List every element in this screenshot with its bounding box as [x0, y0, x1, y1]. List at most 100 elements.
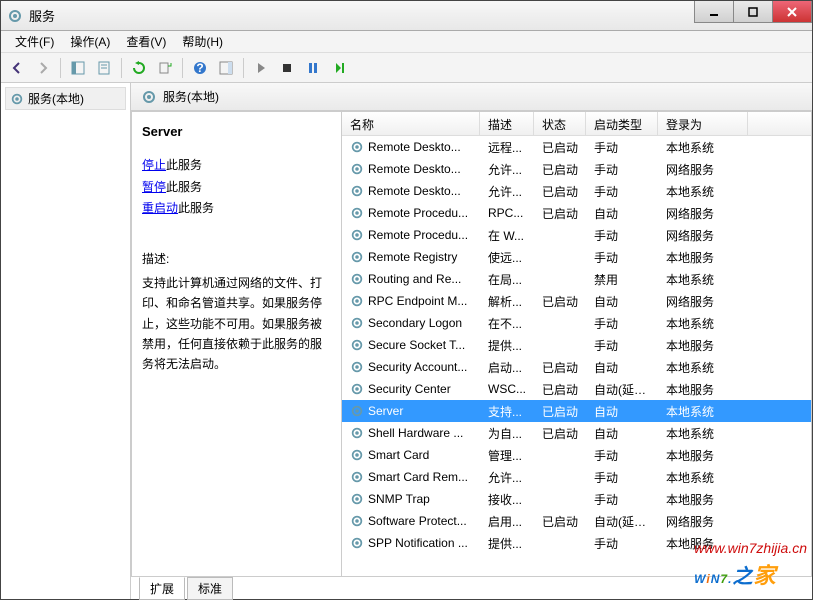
tree-item-services-local[interactable]: 服务(本地): [5, 87, 126, 110]
gear-icon: [141, 89, 157, 105]
pause-link[interactable]: 暂停: [142, 180, 166, 194]
table-row[interactable]: Remote Procedu...在 W...手动网络服务: [342, 224, 811, 246]
table-row[interactable]: Secondary Logon在不...手动本地系统: [342, 312, 811, 334]
table-row[interactable]: SPP Notification ...提供...手动本地服务: [342, 532, 811, 554]
cell-logon: 本地系统: [658, 403, 748, 420]
column-startup-type[interactable]: 启动类型: [586, 112, 658, 135]
refresh-button[interactable]: [127, 56, 151, 80]
cell-startup: 自动: [586, 293, 658, 310]
cell-startup: 手动: [586, 183, 658, 200]
help-button[interactable]: ?: [188, 56, 212, 80]
menu-file[interactable]: 文件(F): [7, 31, 62, 52]
cell-description: 使远...: [480, 249, 534, 266]
cell-logon: 网络服务: [658, 161, 748, 178]
close-button[interactable]: [772, 1, 812, 23]
cell-startup: 手动: [586, 535, 658, 552]
cell-name: Smart Card Rem...: [342, 470, 480, 484]
cell-logon: 本地服务: [658, 249, 748, 266]
cell-name: Remote Deskto...: [342, 162, 480, 176]
cell-description: 启用...: [480, 513, 534, 530]
column-description[interactable]: 描述: [480, 112, 534, 135]
cell-name: RPC Endpoint M...: [342, 294, 480, 308]
menu-help[interactable]: 帮助(H): [174, 31, 231, 52]
maximize-button[interactable]: [733, 1, 773, 23]
cell-logon: 本地系统: [658, 271, 748, 288]
column-status[interactable]: 状态: [534, 112, 586, 135]
pause-service-button[interactable]: [301, 56, 325, 80]
table-row[interactable]: Shell Hardware ...为自...已启动自动本地系统: [342, 422, 811, 444]
gear-icon: [350, 162, 364, 176]
table-row[interactable]: Remote Registry使远...手动本地服务: [342, 246, 811, 268]
gear-icon: [350, 338, 364, 352]
action-pane-button[interactable]: [214, 56, 238, 80]
cell-startup: 手动: [586, 161, 658, 178]
cell-name: Routing and Re...: [342, 272, 480, 286]
table-row[interactable]: Remote Procedu...RPC...已启动自动网络服务: [342, 202, 811, 224]
detail-pane: Server 停止此服务 暂停此服务 重启动此服务 描述: 支持此计算机通过网络…: [132, 112, 342, 576]
restart-service-button[interactable]: [327, 56, 351, 80]
app-icon: [7, 8, 23, 24]
table-row[interactable]: Software Protect...启用...已启动自动(延迟...网络服务: [342, 510, 811, 532]
cell-startup: 手动: [586, 469, 658, 486]
gear-icon: [350, 294, 364, 308]
table-row[interactable]: Remote Deskto...远程...已启动手动本地系统: [342, 136, 811, 158]
export-button[interactable]: [153, 56, 177, 80]
cell-logon: 本地服务: [658, 535, 748, 552]
cell-startup: 手动: [586, 491, 658, 508]
cell-startup: 自动: [586, 403, 658, 420]
table-row[interactable]: Remote Deskto...允许...已启动手动网络服务: [342, 158, 811, 180]
titlebar: 服务: [1, 1, 812, 31]
list-rows[interactable]: Remote Deskto...远程...已启动手动本地系统Remote Des…: [342, 136, 811, 576]
properties-button[interactable]: [92, 56, 116, 80]
cell-logon: 本地系统: [658, 469, 748, 486]
right-pane: 服务(本地) Server 停止此服务 暂停此服务 重启动此服务 描述: 支持此…: [131, 83, 812, 599]
forward-button[interactable]: [31, 56, 55, 80]
detail-title: Server: [142, 124, 331, 139]
cell-startup: 手动: [586, 447, 658, 464]
cell-status: 已启动: [534, 381, 586, 398]
cell-startup: 自动(延迟...: [586, 513, 658, 530]
cell-name: Software Protect...: [342, 514, 480, 528]
table-row[interactable]: Security Account...启动...已启动自动本地系统: [342, 356, 811, 378]
table-row[interactable]: Secure Socket T...提供...手动本地服务: [342, 334, 811, 356]
cell-description: 允许...: [480, 469, 534, 486]
cell-description: 在不...: [480, 315, 534, 332]
table-row[interactable]: Smart Card Rem...允许... 手动本地系统: [342, 466, 811, 488]
table-row[interactable]: Smart Card管理...手动本地服务: [342, 444, 811, 466]
window-title: 服务: [29, 6, 695, 25]
cell-status: 已启动: [534, 205, 586, 222]
cell-description: WSC...: [480, 382, 534, 396]
stop-service-button[interactable]: [275, 56, 299, 80]
table-row[interactable]: Remote Deskto...允许...已启动手动本地系统: [342, 180, 811, 202]
menu-action[interactable]: 操作(A): [62, 31, 118, 52]
column-logon-as[interactable]: 登录为: [658, 112, 748, 135]
gear-icon: [350, 536, 364, 550]
column-name[interactable]: 名称: [342, 112, 480, 135]
tab-extended[interactable]: 扩展: [139, 577, 185, 600]
table-row[interactable]: Security CenterWSC...已启动自动(延迟...本地服务: [342, 378, 811, 400]
cell-description: 管理...: [480, 447, 534, 464]
cell-status: 已启动: [534, 359, 586, 376]
back-button[interactable]: [5, 56, 29, 80]
restart-link[interactable]: 重启动: [142, 201, 178, 215]
table-row[interactable]: RPC Endpoint M...解析...已启动自动网络服务: [342, 290, 811, 312]
show-hide-tree-button[interactable]: [66, 56, 90, 80]
toolbar: ?: [1, 53, 812, 83]
table-row[interactable]: Routing and Re...在局...禁用本地系统: [342, 268, 811, 290]
minimize-button[interactable]: [694, 1, 734, 23]
cell-status: 已启动: [534, 161, 586, 178]
stop-link[interactable]: 停止: [142, 158, 166, 172]
cell-logon: 网络服务: [658, 293, 748, 310]
cell-name: Security Account...: [342, 360, 480, 374]
menu-view[interactable]: 查看(V): [118, 31, 174, 52]
cell-description: 允许...: [480, 161, 534, 178]
table-row[interactable]: Server支持...已启动自动本地系统: [342, 400, 811, 422]
gear-icon: [350, 206, 364, 220]
tab-standard[interactable]: 标准: [187, 577, 233, 600]
toolbar-separator: [243, 58, 244, 78]
cell-status: 已启动: [534, 139, 586, 156]
services-list: 名称 描述 状态 启动类型 登录为 Remote Deskto...远程...已…: [342, 112, 811, 576]
table-row[interactable]: SNMP Trap接收...手动本地服务: [342, 488, 811, 510]
start-service-button[interactable]: [249, 56, 273, 80]
toolbar-separator: [182, 58, 183, 78]
